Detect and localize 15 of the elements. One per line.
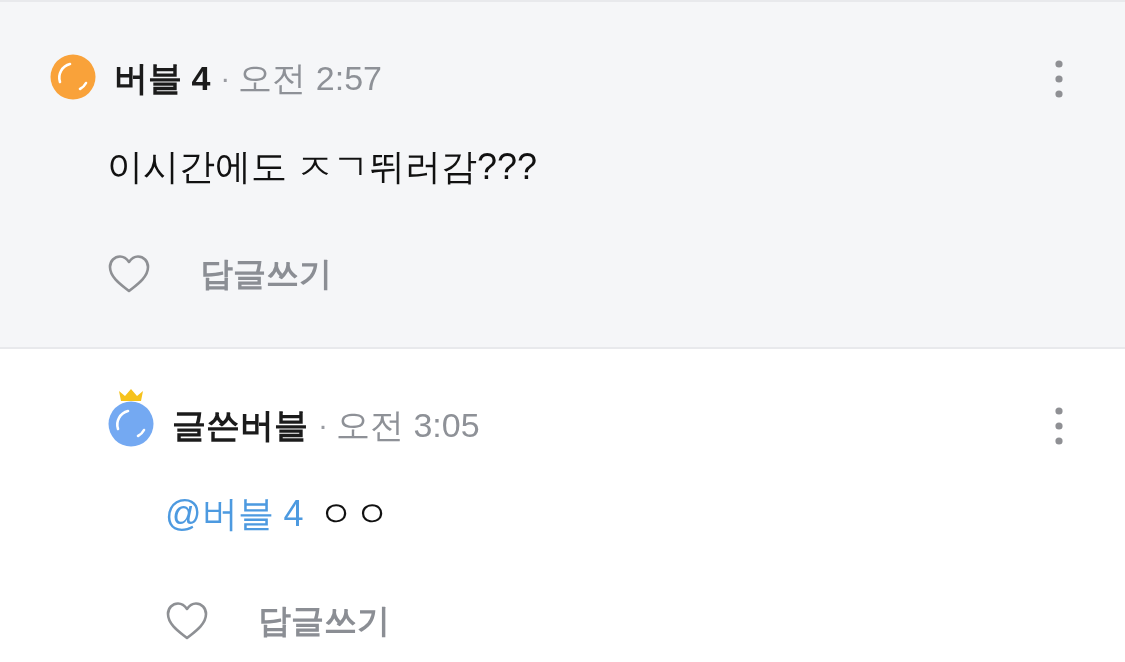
mention-link[interactable]: @버블 4 <box>165 493 304 534</box>
heart-icon[interactable] <box>107 254 151 294</box>
author-name: 버블 4 <box>114 58 211 99</box>
timestamp: 오전 2:57 <box>238 58 382 99</box>
comment-text: @버블 4 ㅇㅇ <box>165 492 391 536</box>
author-name: 글쓴버블 <box>172 405 308 446</box>
separator-dot: · <box>318 407 328 443</box>
heart-icon[interactable] <box>165 601 209 641</box>
more-icon[interactable] <box>1054 405 1064 447</box>
separator-dot: · <box>220 60 231 96</box>
timestamp: 오전 3:05 <box>336 405 480 446</box>
comment-text: 이시간에도 ㅈㄱ뛰러감??? <box>107 145 539 189</box>
more-icon[interactable] <box>1054 58 1064 100</box>
reply-button[interactable]: 답글쓰기 <box>200 252 332 296</box>
reply-button[interactable]: 답글쓰기 <box>258 599 390 643</box>
